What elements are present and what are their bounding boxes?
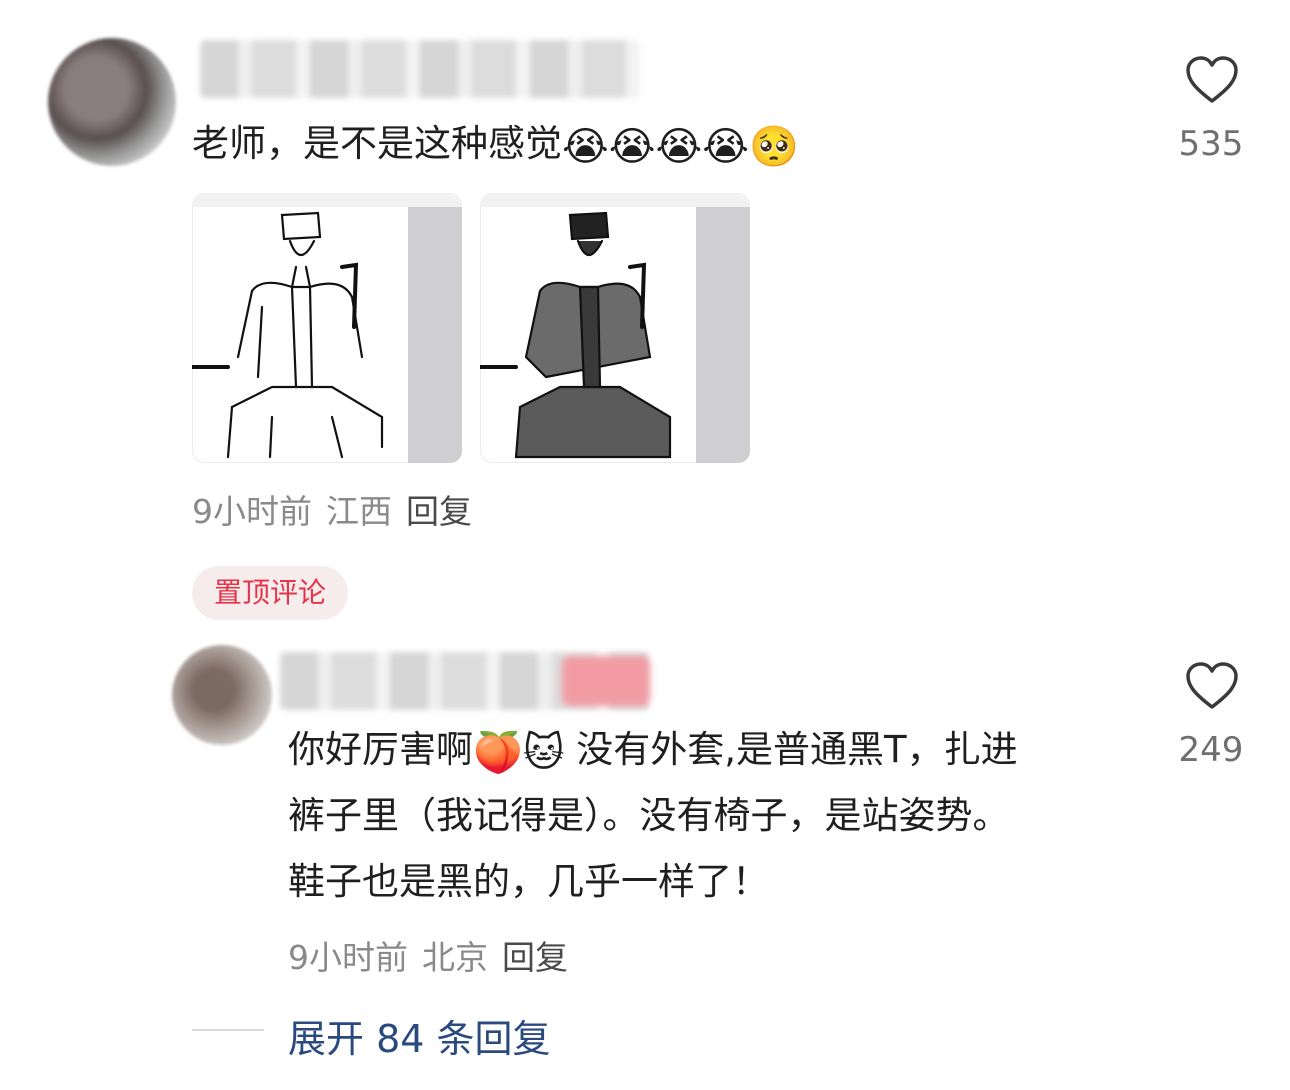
avatar[interactable] (172, 645, 272, 745)
username-blurred[interactable] (280, 652, 650, 710)
reply-text: 你好厉害啊🍑🐱 没有外套,是普通黑T，扎进 裤子里（我记得是）。没有椅子，是站姿… (288, 717, 1018, 915)
like-count: 535 (1178, 124, 1244, 164)
heart-icon[interactable] (1185, 662, 1239, 710)
reply-button[interactable]: 回复 (502, 938, 568, 977)
reply-button[interactable]: 回复 (406, 492, 472, 531)
comment-time: 9小时前 (192, 492, 312, 531)
image-side-panel (696, 207, 750, 463)
comment-image-2[interactable] (480, 193, 750, 463)
reply-time: 9小时前 (288, 938, 408, 977)
expand-replies-button[interactable]: 展开 84 条回复 (288, 1008, 551, 1063)
divider (192, 1029, 264, 1031)
peach-icon: 🍑 (473, 730, 523, 776)
crying-face-icon: 😭 (608, 124, 656, 170)
reply-line-1: 你好厉害啊🍑🐱 没有外套,是普通黑T，扎进 (288, 717, 1018, 783)
heart-icon[interactable] (1185, 56, 1239, 104)
image-toolbar (192, 193, 462, 207)
crying-face-icon: 😭 (655, 124, 703, 170)
comment-text: 老师，是不是这种感觉😭😭😭😭🥺 (192, 122, 799, 169)
cat-icon: 🐱 (522, 730, 565, 776)
image-toolbar (480, 193, 750, 207)
sketch-drawing (480, 211, 672, 459)
pleading-face-icon: 🥺 (749, 124, 799, 170)
crying-face-icon: 😭 (702, 124, 749, 170)
reply-line-1-prefix: 你好厉害啊 (288, 728, 473, 771)
reply-line-3: 鞋子也是黑的，几乎一样了！ (288, 860, 769, 903)
reply-line-1-suffix: 没有外套,是普通黑T，扎进 (576, 728, 1018, 771)
comment-meta: 9小时前 江西 回复 (192, 485, 486, 533)
crying-face-icon: 😭 (562, 124, 609, 170)
reply-location: 北京 (422, 938, 488, 977)
sketch-drawing (192, 211, 384, 459)
comment-body: 老师，是不是这种感觉 (192, 122, 562, 165)
comment-image-1[interactable] (192, 193, 462, 463)
image-side-panel (408, 207, 462, 463)
reply-line-2: 裤子里（我记得是）。没有椅子，是站姿势。 (288, 794, 1010, 837)
comment-location: 江西 (326, 492, 392, 531)
like-count: 249 (1178, 730, 1244, 770)
avatar[interactable] (48, 38, 176, 166)
reply-meta: 9小时前 北京 回复 (288, 931, 582, 979)
pinned-badge: 置顶评论 (192, 566, 348, 620)
username-blurred[interactable] (200, 40, 640, 98)
